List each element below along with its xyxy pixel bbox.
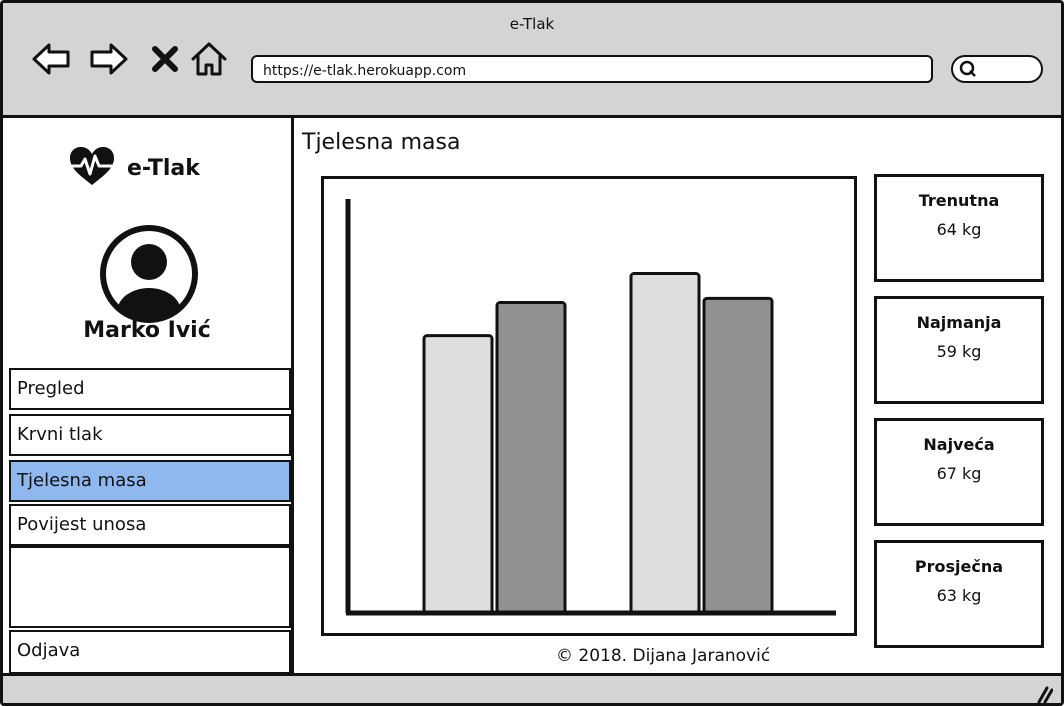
- avatar: [99, 224, 199, 324]
- url-input[interactable]: https://e-tlak.herokuapp.com: [251, 55, 933, 83]
- stat-card-current: Trenutna 64 kg: [874, 174, 1044, 282]
- browser-window: e-Tlak https://e-tlak.herokuapp.com e-Tl…: [0, 0, 1064, 706]
- window-title: e-Tlak: [509, 15, 555, 33]
- search-icon[interactable]: [959, 60, 977, 78]
- stat-value: 59 kg: [936, 342, 982, 361]
- user-name: Marko Ivić: [83, 318, 211, 343]
- stat-card-minimum: Najmanja 59 kg: [874, 296, 1044, 404]
- stat-label: Najveća: [923, 435, 995, 454]
- stat-value: 63 kg: [936, 586, 982, 605]
- back-arrow-icon[interactable]: [31, 39, 71, 79]
- sidebar-item-tjelesna-masa[interactable]: Tjelesna masa: [9, 460, 291, 502]
- sidebar-item-povijest-unosa[interactable]: Povijest unosa: [9, 504, 291, 546]
- stat-card-average: Prosječna 63 kg: [874, 540, 1044, 648]
- stat-card-maximum: Najveća 67 kg: [874, 418, 1044, 526]
- home-icon[interactable]: [189, 39, 229, 79]
- logout-button[interactable]: Odjava: [9, 630, 291, 674]
- weight-chart-svg: [345, 199, 836, 616]
- brand: e-Tlak: [67, 145, 200, 191]
- stat-label: Prosječna: [914, 557, 1004, 576]
- stat-label: Najmanja: [916, 313, 1002, 332]
- main-content: Tjelesna masa Trenutna 64 kg Najmanja 59…: [294, 118, 1061, 673]
- weight-chart: [321, 176, 857, 636]
- sidebar-item-pregled[interactable]: Pregled: [9, 368, 291, 410]
- search-box[interactable]: [951, 55, 1043, 83]
- brand-name: e-Tlak: [127, 155, 200, 181]
- status-bar: [3, 673, 1061, 703]
- page-title: Tjelesna masa: [302, 130, 461, 155]
- resize-grip-icon[interactable]: [1033, 684, 1054, 703]
- stat-value: 67 kg: [936, 464, 982, 483]
- chart-bar: [422, 334, 494, 615]
- chart-bar: [702, 296, 774, 615]
- chart-bar: [495, 301, 567, 615]
- footer-copyright: © 2018. Dijana Jaranović: [556, 646, 771, 666]
- browser-toolbar: e-Tlak https://e-tlak.herokuapp.com: [3, 3, 1061, 118]
- heart-pulse-icon: [67, 145, 117, 191]
- sidebar: e-Tlak Marko Ivić Pregled Krvni tlak Tje…: [3, 118, 294, 674]
- chart-bar: [629, 272, 701, 615]
- stat-label: Trenutna: [918, 191, 1000, 210]
- stat-value: 64 kg: [936, 220, 982, 239]
- sidebar-empty-slot: [9, 546, 291, 628]
- sidebar-item-krvni-tlak[interactable]: Krvni tlak: [9, 414, 291, 456]
- forward-arrow-icon[interactable]: [89, 39, 129, 79]
- close-icon[interactable]: [145, 39, 185, 79]
